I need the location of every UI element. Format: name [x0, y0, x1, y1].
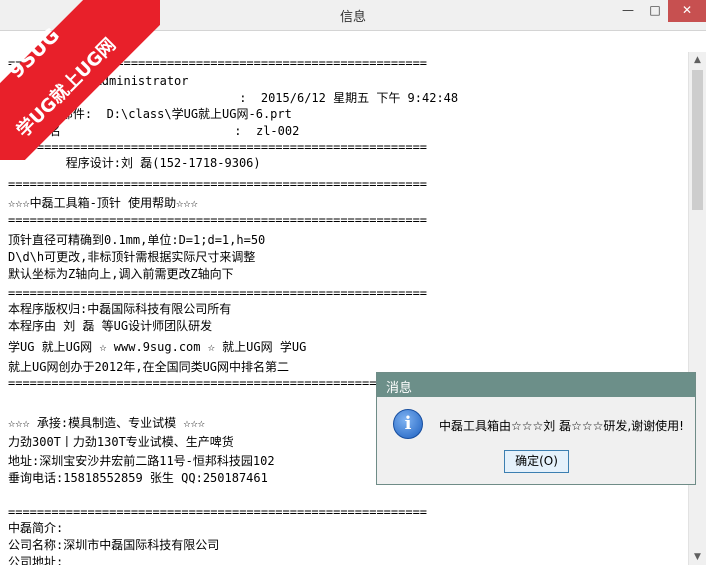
- scroll-thumb[interactable]: [692, 70, 703, 210]
- maximize-button[interactable]: □: [642, 0, 668, 22]
- info-text-line: 学UG 就上UG网 ☆ www.9sug.com ☆ 就上UG网 学UG: [8, 340, 307, 354]
- info-text-line: ☆☆☆中磊工具箱-顶针 使用帮助☆☆☆: [8, 196, 198, 210]
- info-text-line: 程序设计:刘 磊(152-1718-9306): [8, 156, 261, 170]
- info-text-line: 地址:深圳宝安沙井宏前二路11号-恒邦科技园102: [8, 454, 275, 468]
- message-dialog: 消息 i 中磊工具箱由☆☆☆刘 磊☆☆☆研发,谢谢使用! 确定(O): [376, 372, 696, 485]
- info-text-line: 力劲300T丨力劲130T专业试模、生产啤货: [8, 435, 234, 449]
- dialog-title: 消息: [386, 381, 413, 396]
- close-button[interactable]: ✕: [668, 0, 706, 22]
- info-text-line: 点名 : zl-002: [8, 124, 300, 138]
- info-text-line: ========================================…: [8, 286, 428, 300]
- info-text-line: 默认坐标为Z轴向上,调入前需更改Z轴向下: [8, 267, 234, 281]
- info-text-line: : 2015/6/12 星期五 下午 9:42:48: [8, 91, 459, 105]
- info-text-line: 公司名称:深圳市中磊国际科技有限公司: [8, 538, 220, 552]
- info-text-line: 就上UG网创办于2012年,在全国同类UG网中排名第二: [8, 360, 290, 374]
- info-text-line: ========================================…: [8, 140, 428, 154]
- info-text-line: 本程序版权归:中磊国际科技有限公司所有: [8, 302, 232, 316]
- title-bar[interactable]: 信息 — □ ✕: [0, 0, 706, 31]
- info-text-line: ========================================…: [8, 177, 428, 191]
- info-icon: i: [393, 409, 423, 439]
- info-text-line: D\d\h可更改,非标顶针需根据实际尺寸来调整: [8, 250, 256, 264]
- info-text-line: ☆☆☆ 承接:模具制造、专业试模 ☆☆☆: [8, 416, 206, 430]
- scroll-down-arrow[interactable]: ▼: [689, 549, 706, 565]
- info-text-line: 创建者: Administrator: [8, 74, 189, 88]
- info-window: 信息 — □ ✕ ===============================…: [0, 0, 706, 565]
- vertical-scrollbar[interactable]: ▲ ▼: [688, 52, 706, 565]
- scroll-up-arrow[interactable]: ▲: [689, 52, 706, 68]
- info-text-line: 本程序由 刘 磊 等UG设计师团队研发: [8, 319, 213, 333]
- info-text-line: ========================================…: [8, 213, 428, 227]
- dialog-title-bar[interactable]: 消息: [377, 373, 695, 397]
- info-text-line: ========================================…: [8, 376, 428, 390]
- info-text-area[interactable]: ========================================…: [8, 50, 684, 565]
- info-text-line: 工作部件: D:\class\学UG就上UG网-6.prt: [8, 107, 292, 121]
- info-text-line: 顶针直径可精确到0.1mm,单位:D=1;d=1,h=50: [8, 233, 266, 247]
- info-text-line: 中磊简介:: [8, 521, 64, 535]
- dialog-body: i 中磊工具箱由☆☆☆刘 磊☆☆☆研发,谢谢使用! 确定(O): [377, 397, 695, 484]
- info-text-line: ========================================…: [8, 505, 428, 519]
- dialog-message: 中磊工具箱由☆☆☆刘 磊☆☆☆研发,谢谢使用!: [439, 419, 684, 433]
- info-text-line: 公司地址:: [8, 555, 64, 565]
- window-title: 信息: [339, 10, 366, 25]
- ok-button[interactable]: 确定(O): [504, 450, 569, 473]
- info-text-line: ========================================…: [8, 56, 428, 70]
- info-text-line: 垂询电话:15818552859 张生 QQ:250187461: [8, 471, 268, 485]
- minimize-button[interactable]: —: [614, 0, 642, 22]
